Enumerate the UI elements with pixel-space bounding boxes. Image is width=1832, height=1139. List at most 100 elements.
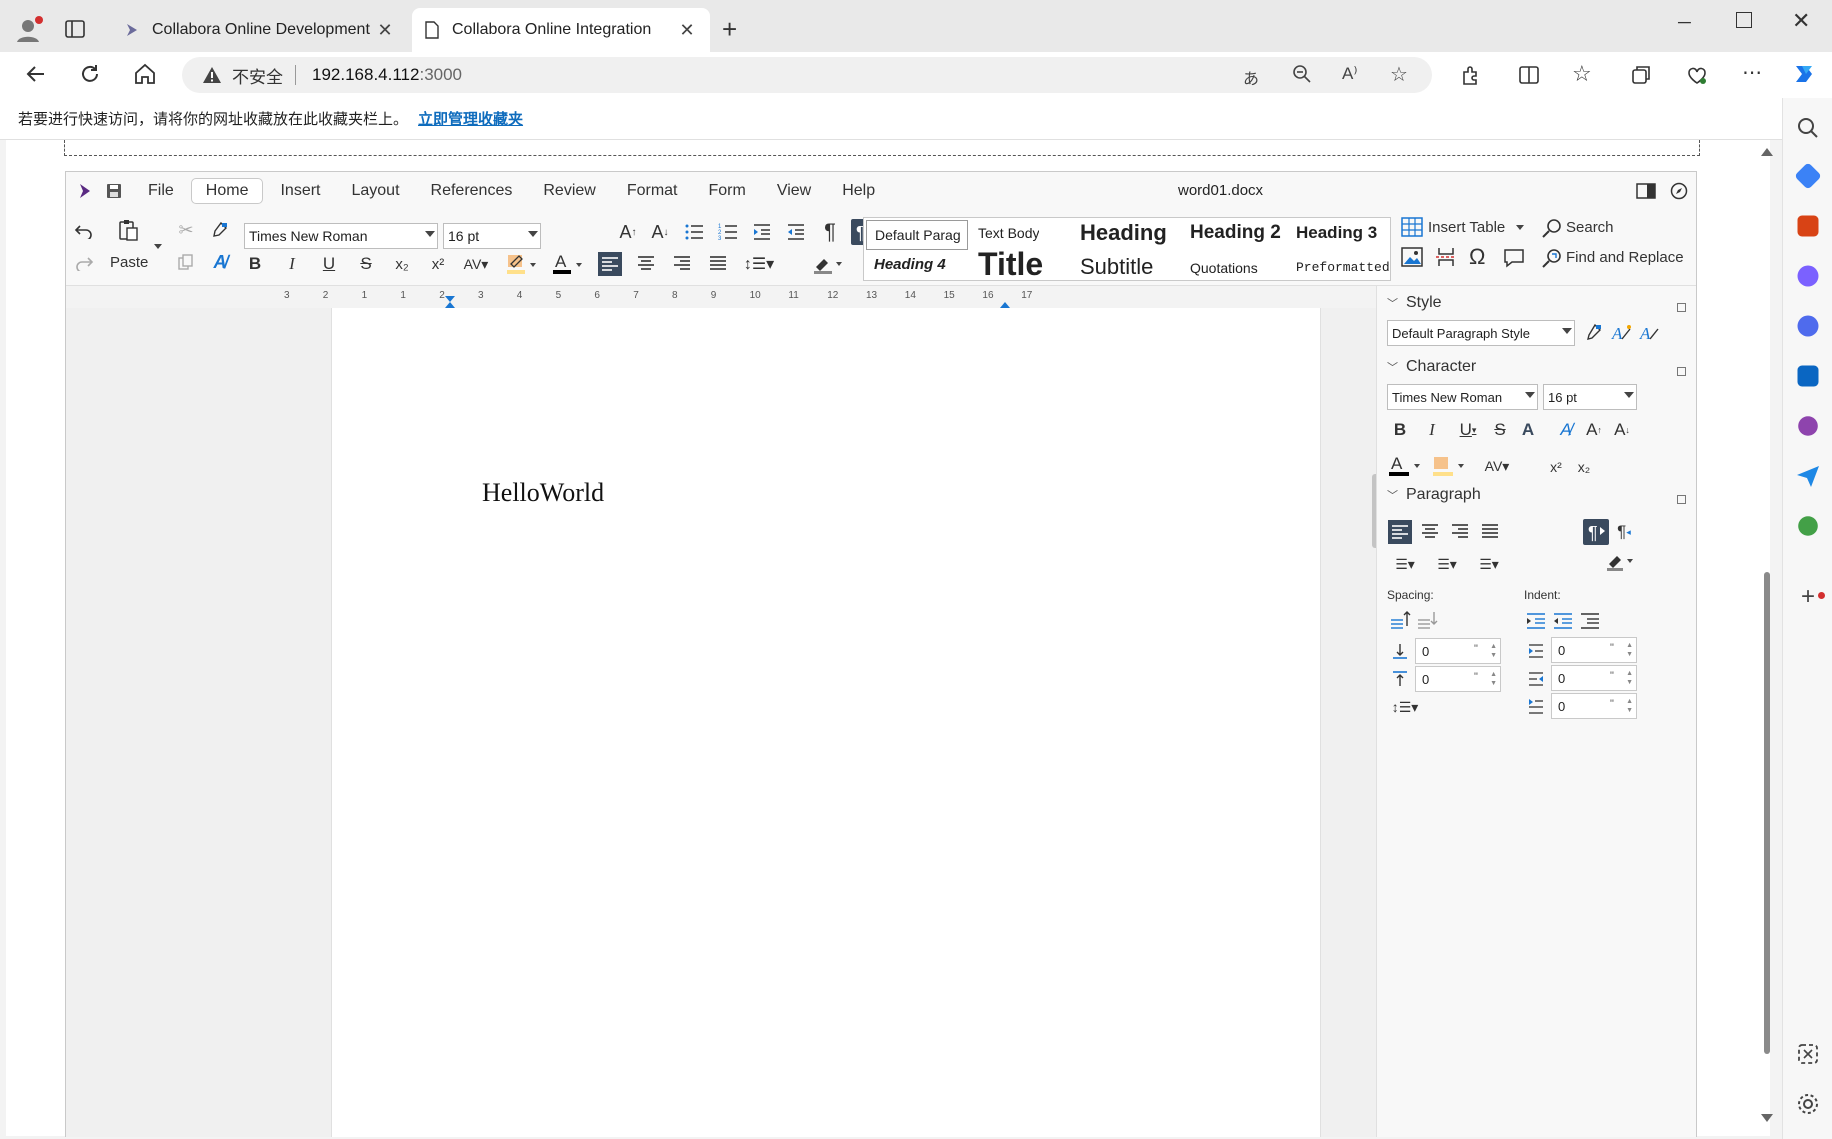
menu-file[interactable]: File: [134, 179, 188, 203]
menu-home[interactable]: Home: [190, 178, 264, 204]
spin-arrows-icon[interactable]: ▲ ▼: [1490, 642, 1497, 660]
sidebar-subscript-icon[interactable]: x₂: [1571, 454, 1597, 480]
paste-dropdown-icon[interactable]: [154, 244, 162, 249]
spin-arrows-icon[interactable]: ▲ ▼: [1626, 697, 1633, 715]
sidebar-spacing-icon[interactable]: AV▾: [1477, 453, 1517, 479]
outlook-icon[interactable]: [1797, 365, 1819, 387]
search-icon[interactable]: [1794, 114, 1822, 142]
menu-format[interactable]: Format: [613, 179, 692, 203]
style-heading-2[interactable]: Heading 2: [1190, 222, 1281, 244]
menu-help[interactable]: Help: [828, 179, 889, 203]
horizontal-ruler[interactable]: 3 2 1 1 2 3 4 5 6 7 8 9 10 11 12 13 14 15 16 17: [66, 286, 1376, 308]
hanging-indent-icon[interactable]: [1577, 608, 1603, 634]
back-icon[interactable]: [24, 62, 48, 86]
style-default-paragraph[interactable]: Default Parag: [866, 220, 968, 250]
find-replace-icon[interactable]: [1541, 247, 1563, 269]
favorites-icon[interactable]: ☆: [1572, 61, 1592, 87]
save-icon[interactable]: [106, 183, 122, 199]
sidebar-rtl-icon[interactable]: ¶ ◂: [1611, 519, 1637, 545]
style-text-body[interactable]: Text Body: [978, 225, 1039, 241]
line-spacing-dropdown-icon[interactable]: ↕☰▾: [1387, 694, 1423, 720]
line-spacing-icon[interactable]: ↕☰▾: [740, 250, 778, 278]
update-style-icon[interactable]: [1580, 320, 1606, 346]
style-preformatted[interactable]: Preformatted: [1296, 260, 1390, 275]
style-heading-3[interactable]: Heading 3: [1296, 223, 1377, 243]
sidebar-italic-icon[interactable]: I: [1419, 417, 1445, 443]
highlight-color-icon[interactable]: [504, 250, 540, 278]
font-size-combo[interactable]: 16 pt: [443, 223, 541, 249]
menu-layout[interactable]: Layout: [337, 179, 413, 203]
insert-image-icon[interactable]: [1401, 247, 1423, 267]
send-icon[interactable]: [1794, 462, 1822, 490]
bullet-list-icon[interactable]: [680, 218, 708, 246]
profile-avatar-icon[interactable]: [14, 14, 44, 44]
browser-essentials-icon[interactable]: [1686, 64, 1708, 86]
paragraph-section-header[interactable]: ﹀ Paragraph: [1387, 486, 1481, 504]
spin-arrows-icon[interactable]: ▲ ▼: [1626, 641, 1633, 659]
sidebar-font-color-icon[interactable]: A: [1387, 453, 1425, 479]
style-section-header[interactable]: ﹀ Style: [1387, 294, 1442, 312]
menu-form[interactable]: Form: [695, 179, 760, 203]
zoom-out-icon[interactable]: [1292, 64, 1312, 84]
increase-indent-icon[interactable]: [748, 218, 776, 246]
search-icon[interactable]: [1541, 217, 1563, 239]
extensions-icon[interactable]: [1460, 64, 1482, 86]
sidebar-superscript-icon[interactable]: x²: [1543, 454, 1569, 480]
subscript-icon[interactable]: x₂: [388, 250, 416, 278]
manage-favorites-link[interactable]: 立即管理收藏夹: [418, 108, 523, 129]
translate-icon[interactable]: あ: [1243, 65, 1259, 89]
decrease-indent-icon[interactable]: [782, 218, 810, 246]
bold-icon[interactable]: B: [241, 250, 269, 278]
menu-review[interactable]: Review: [529, 179, 609, 203]
space-below-icon[interactable]: [1387, 666, 1413, 692]
sidebar-justify-icon[interactable]: [1477, 519, 1503, 545]
address-bar[interactable]: 不安全 192.168.4.112:3000 あ A⁾ ☆: [182, 57, 1432, 93]
superscript-icon[interactable]: x²: [424, 250, 452, 278]
sidebar-align-right-icon[interactable]: [1447, 519, 1473, 545]
home-icon[interactable]: [133, 62, 157, 86]
align-right-icon[interactable]: [668, 250, 696, 278]
clear-formatting-icon[interactable]: A̸: [206, 248, 234, 276]
spin-arrows-icon[interactable]: ▲ ▼: [1626, 669, 1633, 687]
first-line-indent-icon[interactable]: [1523, 694, 1549, 720]
read-aloud-icon[interactable]: A⁾: [1342, 64, 1358, 84]
formatting-marks-icon[interactable]: ¶: [816, 218, 844, 246]
adjust-size-down-icon[interactable]: A ↓: [646, 218, 674, 246]
after-text-indent-field[interactable]: 0 " ▲ ▼: [1551, 665, 1637, 691]
after-text-indent-icon[interactable]: [1523, 666, 1549, 692]
sidebar-outline-icon[interactable]: ☰▾: [1471, 551, 1507, 577]
microsoft-365-icon[interactable]: [1797, 315, 1819, 337]
sidebar-strikethrough-icon[interactable]: S: [1487, 417, 1513, 443]
collections-icon[interactable]: [1630, 64, 1652, 86]
increase-spacing-icon[interactable]: [1387, 608, 1413, 634]
copy-icon[interactable]: [172, 248, 200, 276]
tree-icon[interactable]: [1798, 516, 1818, 536]
character-spacing-icon[interactable]: AV▾: [462, 250, 490, 278]
split-screen-icon[interactable]: [1518, 64, 1540, 86]
close-tab-icon[interactable]: ✕: [374, 20, 396, 41]
warning-icon[interactable]: [202, 65, 222, 85]
sidebar-bold-icon[interactable]: B: [1387, 417, 1413, 443]
indent-decrease-icon[interactable]: [1550, 608, 1576, 634]
sidebar-paragraph-background-icon[interactable]: [1603, 549, 1639, 575]
more-options-icon[interactable]: [1677, 495, 1686, 504]
insert-table-label[interactable]: Insert Table: [1428, 219, 1505, 236]
insert-table-dropdown-icon[interactable]: [1516, 225, 1524, 230]
games-icon[interactable]: [1797, 265, 1819, 287]
document-page[interactable]: HelloWorld: [331, 308, 1321, 1137]
italic-icon[interactable]: I: [278, 250, 306, 278]
paste-label[interactable]: Paste: [110, 254, 148, 271]
font-name-combo[interactable]: Times New Roman: [244, 223, 438, 249]
maximize-icon[interactable]: [1736, 12, 1752, 28]
refresh-icon[interactable]: [78, 62, 102, 86]
first-line-indent-field[interactable]: 0 " ▲ ▼: [1551, 693, 1637, 719]
space-below-field[interactable]: 0 " ▲ ▼: [1415, 666, 1501, 692]
before-text-indent-field[interactable]: 0 " ▲ ▼: [1551, 637, 1637, 663]
sidebar-clear-formatting-icon[interactable]: A̸: [1553, 417, 1579, 443]
space-above-field[interactable]: 0 " ▲ ▼: [1415, 638, 1501, 664]
new-style-icon[interactable]: A: [1608, 320, 1634, 346]
tools-briefcase-icon[interactable]: [1797, 215, 1819, 237]
sidebar-highlight-icon[interactable]: [1431, 453, 1469, 479]
close-window-icon[interactable]: ✕: [1792, 8, 1810, 34]
style-quotations[interactable]: Quotations: [1190, 260, 1258, 276]
